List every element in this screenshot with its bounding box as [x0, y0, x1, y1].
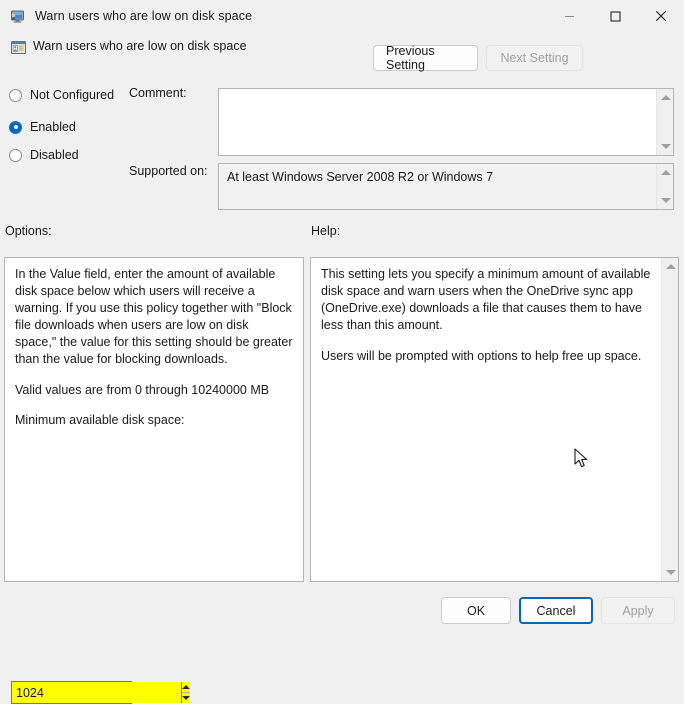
title-bar: Warn users who are low on disk space	[0, 0, 684, 32]
stepper-buttons[interactable]	[181, 682, 190, 703]
spin-up-icon[interactable]	[182, 682, 190, 693]
computer-monitor-icon	[9, 8, 26, 25]
cancel-button[interactable]: Cancel	[519, 597, 593, 624]
radio-enabled-label: Enabled	[30, 120, 76, 134]
help-scroll-down-icon[interactable]	[662, 564, 679, 581]
spin-down-icon[interactable]	[182, 693, 190, 703]
radio-disabled-mark	[9, 148, 22, 162]
supported-on-scrollbar[interactable]	[656, 164, 673, 209]
help-scroll-up-icon[interactable]	[662, 258, 679, 275]
help-scrollbar[interactable]	[661, 258, 678, 581]
help-paragraph-1: This setting lets you specify a minimum …	[321, 267, 651, 332]
setting-title: Warn users who are low on disk space	[33, 39, 247, 53]
minimum-disk-space-stepper[interactable]	[11, 681, 190, 704]
supported-scroll-up-icon[interactable]	[657, 164, 674, 181]
radio-not-configured[interactable]: Not Configured	[9, 86, 114, 104]
radio-not-configured-label: Not Configured	[30, 88, 115, 102]
options-valid-values: Valid values are from 0 through 10240000…	[15, 383, 270, 397]
ok-button[interactable]: OK	[441, 597, 511, 624]
supported-scroll-down-icon[interactable]	[657, 192, 674, 209]
minimize-icon[interactable]	[546, 0, 592, 32]
comment-scroll-up-icon[interactable]	[657, 89, 674, 106]
help-panel: This setting lets you specify a minimum …	[310, 257, 679, 582]
comment-input[interactable]	[219, 89, 656, 155]
window-title: Warn users who are low on disk space	[35, 9, 253, 23]
minimum-disk-space-input[interactable]	[12, 682, 181, 703]
policy-setting-icon	[10, 39, 27, 56]
comment-scroll-down-icon[interactable]	[657, 138, 674, 155]
apply-button: Apply	[601, 597, 675, 624]
supported-on-label: Supported on:	[129, 164, 208, 178]
comment-label: Comment:	[129, 86, 187, 100]
comment-scrollbar[interactable]	[656, 89, 673, 155]
maximize-icon[interactable]	[592, 0, 638, 32]
close-icon[interactable]	[638, 0, 684, 32]
radio-enabled-mark	[9, 120, 22, 134]
radio-disabled[interactable]: Disabled	[9, 146, 79, 164]
options-paragraph-1: In the Value field, enter the amount of …	[15, 267, 293, 366]
options-field-label: Minimum available disk space:	[15, 413, 185, 427]
options-panel: In the Value field, enter the amount of …	[4, 257, 304, 704]
previous-setting-button[interactable]: Previous Setting	[373, 44, 478, 72]
radio-not-configured-mark	[9, 88, 22, 102]
supported-on-text: At least Windows Server 2008 R2 or Windo…	[227, 170, 494, 184]
help-label: Help:	[311, 224, 341, 238]
options-label: Options:	[5, 224, 52, 238]
radio-disabled-label: Disabled	[30, 148, 79, 162]
next-setting-button: Next Setting	[486, 45, 583, 71]
comment-box[interactable]	[218, 88, 674, 156]
window-controls	[546, 0, 684, 32]
supported-on-box: At least Windows Server 2008 R2 or Windo…	[218, 163, 674, 210]
radio-enabled[interactable]: Enabled	[9, 118, 76, 136]
help-paragraph-2: Users will be prompted with options to h…	[321, 349, 642, 363]
